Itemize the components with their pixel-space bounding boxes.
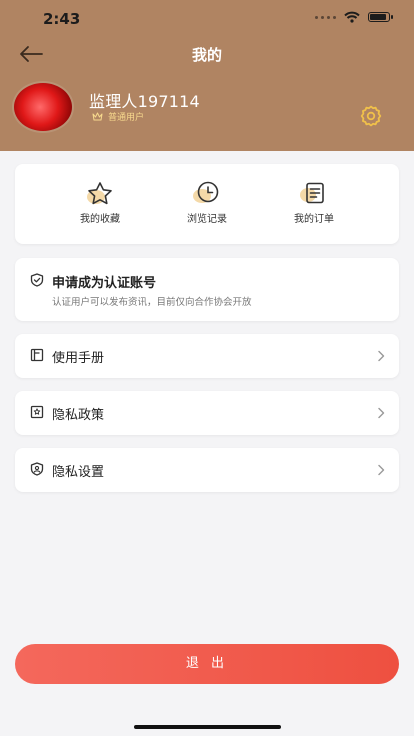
- quick-action-orders[interactable]: 我的订单: [274, 180, 354, 225]
- quick-action-favorites[interactable]: 我的收藏: [60, 180, 140, 225]
- menu-item-privacy-policy[interactable]: 隐私政策: [15, 391, 399, 435]
- crown-icon: [92, 112, 103, 121]
- chevron-right-icon: [378, 464, 385, 476]
- clock-icon: [193, 181, 219, 203]
- star-icon: [87, 182, 112, 205]
- home-indicator[interactable]: [134, 725, 281, 729]
- shield-user-icon: [30, 462, 44, 476]
- privacy-policy-icon: [30, 405, 44, 419]
- menu-item-label: 使用手册: [52, 351, 105, 366]
- menu-item-user-manual[interactable]: 使用手册: [15, 334, 399, 378]
- avatar[interactable]: [14, 83, 72, 131]
- gear-icon[interactable]: [359, 104, 383, 128]
- menu-item-label: 隐私设置: [52, 465, 105, 480]
- chevron-right-icon: [378, 350, 385, 362]
- battery-icon: [368, 12, 393, 22]
- menu-item-privacy-settings[interactable]: 隐私设置: [15, 448, 399, 492]
- quick-action-label: 我的收藏: [80, 214, 120, 225]
- user-role-badge: 普通用户: [92, 110, 144, 123]
- apply-subtitle: 认证用户可以发布资讯，目前仅向合作协会开放: [52, 297, 252, 308]
- book-icon: [30, 348, 44, 362]
- user-role-label: 普通用户: [108, 113, 145, 123]
- shield-check-icon: [30, 273, 44, 287]
- wifi-icon: [344, 11, 360, 23]
- logout-button[interactable]: 退 出: [15, 644, 399, 684]
- apply-certified-card[interactable]: 申请成为认证账号 认证用户可以发布资讯，目前仅向合作协会开放: [15, 258, 399, 321]
- apply-title: 申请成为认证账号: [52, 276, 157, 291]
- menu-item-label: 隐私政策: [52, 408, 105, 423]
- page-title: 我的: [191, 46, 222, 64]
- quick-actions-card: 我的收藏 浏览记录 我的订单: [15, 164, 399, 244]
- chevron-right-icon: [378, 407, 385, 419]
- profile-header: 2:43 我的 监理人197114 普通用户: [0, 0, 414, 151]
- quick-action-label: 我的订单: [294, 214, 334, 225]
- user-name: 监理人197114: [89, 92, 200, 111]
- status-icons: [315, 11, 393, 23]
- order-list-icon: [300, 182, 324, 204]
- quick-action-label: 浏览记录: [187, 214, 227, 225]
- signal-icon: [315, 15, 336, 19]
- quick-action-history[interactable]: 浏览记录: [167, 180, 247, 225]
- status-time: 2:43: [43, 10, 81, 28]
